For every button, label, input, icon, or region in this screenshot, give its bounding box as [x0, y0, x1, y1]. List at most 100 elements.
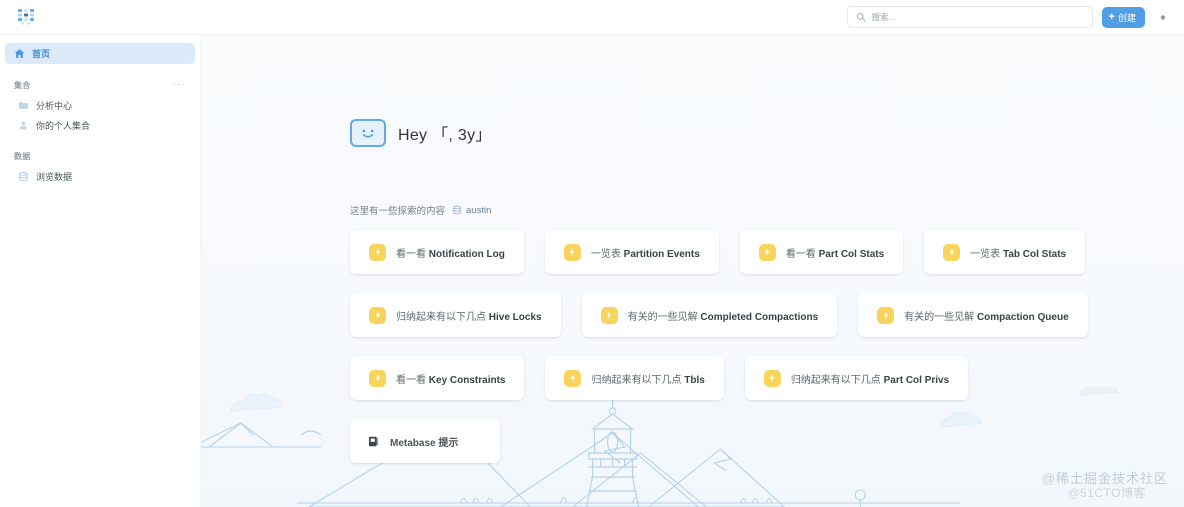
- explore-card-en: Tab Col Stats: [1002, 248, 1067, 260]
- bolt-icon: [369, 369, 386, 387]
- explore-card-text: 看一看 Part Col Stats: [786, 245, 884, 260]
- plus-icon: +: [1108, 10, 1115, 23]
- explore-card-text: 有关的一些见解 Completed Compactions: [628, 308, 819, 323]
- sidebar-item-browse-data-label: 浏览数据: [36, 171, 73, 182]
- explore-card[interactable]: 有关的一些见解 Compaction Queue: [858, 293, 1088, 337]
- sidebar-item-personal-collection-label: 你的个人集合: [36, 120, 91, 131]
- explore-card[interactable]: 看一看 Key Constraints: [350, 356, 525, 400]
- explore-cards: 看一看 Notification Log 一览表 Partition Event…: [350, 230, 1088, 463]
- explore-card-en: Tbls: [684, 374, 705, 386]
- database-chip[interactable]: austin: [452, 205, 491, 216]
- bolt-icon: [369, 243, 386, 261]
- main-content: Hey 「, 3y」 这里有一些探索的内容 austin 看一看 Notific…: [201, 35, 1184, 507]
- search-icon: [856, 12, 865, 22]
- explore-line: 这里有一些探索的内容 austin: [350, 203, 1184, 218]
- settings-button[interactable]: [1154, 8, 1172, 26]
- explore-card-text: 看一看 Notification Log: [396, 245, 505, 260]
- smiling-face-icon: [350, 119, 386, 147]
- page-body: 首页 集合 ··· 分析中心 你的个人集合 数据 浏览数据 Hey 「, 3y」…: [0, 35, 1184, 507]
- metabase-tip-card[interactable]: Metabase 提示: [350, 419, 500, 463]
- card-row: 归纳起来有以下几点 Hive Locks 有关的一些见解 Completed C…: [350, 293, 1088, 337]
- folder-icon: [18, 101, 29, 109]
- explore-card-text: 一览表 Tab Col Stats: [970, 245, 1066, 260]
- sidebar-data-header: 数据: [0, 146, 200, 166]
- create-button-label: 创建: [1117, 12, 1136, 23]
- greeting-text: Hey 「, 3y」: [398, 127, 492, 144]
- explore-card-en: Part Col Stats: [818, 248, 885, 260]
- bolt-icon: [600, 306, 618, 324]
- search-input[interactable]: [871, 12, 1084, 22]
- explore-card-text: 有关的一些见解 Compaction Queue: [904, 308, 1068, 323]
- explore-card-en: Partition Events: [623, 248, 700, 260]
- sidebar-item-personal-collection[interactable]: 你的个人集合: [5, 115, 195, 135]
- sidebar-collections-header: 集合 ···: [0, 75, 200, 95]
- top-navigation-bar: + 创建: [0, 0, 1184, 35]
- explore-card-cn: 看一看: [785, 248, 816, 260]
- book-icon: [368, 436, 379, 446]
- sidebar-item-home[interactable]: 首页: [5, 43, 195, 64]
- explore-card-en: Part Col Privs: [883, 374, 950, 386]
- bolt-icon: [877, 306, 895, 324]
- database-icon: [453, 205, 461, 215]
- greeting: Hey 「, 3y」: [350, 119, 1184, 147]
- explore-card-en: Notification Log: [428, 248, 505, 260]
- metabase-home-page: + 创建 首页 集合 ···: [0, 0, 1184, 507]
- explore-card[interactable]: 归纳起来有以下几点 Tbls: [545, 356, 724, 400]
- explore-card[interactable]: 看一看 Part Col Stats: [739, 230, 904, 274]
- bolt-icon: [758, 243, 776, 261]
- watermark-secondary: @51CTO博客: [1067, 486, 1146, 500]
- bolt-icon: [564, 369, 582, 387]
- bolt-icon: [563, 243, 581, 261]
- explore-label: 这里有一些探索的内容: [350, 206, 446, 217]
- create-button[interactable]: + 创建: [1101, 6, 1145, 28]
- bolt-icon: [943, 243, 961, 261]
- explore-card[interactable]: 有关的一些见解 Completed Compactions: [581, 293, 838, 337]
- sidebar-collections-label: 集合: [14, 80, 31, 90]
- explore-card-cn: 看一看: [396, 374, 426, 386]
- explore-card[interactable]: 一览表 Partition Events: [544, 230, 719, 274]
- explore-card-en: Completed Compactions: [700, 311, 819, 323]
- explore-card[interactable]: 看一看 Notification Log: [350, 230, 524, 274]
- watermark-primary: @稀土掘金技术社区: [1041, 471, 1168, 486]
- explore-card-cn: 看一看: [396, 248, 426, 260]
- explore-card-en: Key Constraints: [428, 374, 506, 386]
- explore-card-en: Compaction Queue: [976, 311, 1069, 323]
- explore-card-cn: 一览表: [590, 248, 621, 260]
- person-icon: [20, 121, 27, 129]
- sidebar-item-browse-data[interactable]: 浏览数据: [5, 166, 195, 186]
- database-icon: [19, 171, 28, 181]
- explore-card-text: 归纳起来有以下几点 Part Col Privs: [791, 371, 949, 386]
- explore-card-cn: 有关的一些见解: [627, 311, 698, 323]
- sidebar: 首页 集合 ··· 分析中心 你的个人集合 数据 浏览数据: [0, 35, 201, 507]
- sidebar-data-label: 数据: [14, 151, 31, 161]
- explore-card[interactable]: 归纳起来有以下几点 Part Col Privs: [744, 356, 969, 400]
- card-row: 看一看 Key Constraints 归纳起来有以下几点 Tbls 归纳起来有…: [350, 356, 1030, 400]
- explore-card[interactable]: 一览表 Tab Col Stats: [924, 230, 1086, 274]
- ellipsis-icon[interactable]: ···: [173, 80, 186, 90]
- smiling-face-glyph-icon: [362, 129, 374, 138]
- main-inner: Hey 「, 3y」 这里有一些探索的内容 austin 看一看 Notific…: [201, 35, 1184, 463]
- card-row: 看一看 Notification Log 一览表 Partition Event…: [350, 230, 1086, 274]
- explore-card-text: 看一看 Key Constraints: [396, 371, 505, 386]
- sidebar-item-analytics[interactable]: 分析中心: [5, 95, 195, 115]
- explore-card[interactable]: 归纳起来有以下几点 Hive Locks: [350, 293, 561, 337]
- nav-right-group: + 创建: [846, 6, 1184, 28]
- metabase-dots-logo-icon: [18, 9, 34, 25]
- database-name: austin: [466, 204, 492, 216]
- explore-card-en: Hive Locks: [488, 311, 542, 323]
- bolt-icon: [369, 306, 386, 324]
- explore-card-cn: 归纳起来有以下几点: [396, 311, 486, 323]
- explore-card-text: 归纳起来有以下几点 Tbls: [591, 371, 704, 386]
- explore-card-cn: 归纳起来有以下几点: [591, 374, 682, 386]
- search-box[interactable]: [846, 6, 1093, 28]
- explore-card-text: 一览表 Partition Events: [591, 245, 700, 260]
- gear-icon: [1160, 14, 1166, 20]
- metabase-tip-label: Metabase 提示: [390, 437, 459, 449]
- explore-card-text: 归纳起来有以下几点 Hive Locks: [396, 308, 542, 323]
- bolt-icon: [763, 369, 781, 387]
- explore-card-cn: 归纳起来有以下几点: [790, 374, 881, 386]
- explore-card-cn: 有关的一些见解: [904, 311, 975, 323]
- explore-card-cn: 一览表: [970, 248, 1001, 260]
- metabase-logo[interactable]: [0, 7, 56, 27]
- home-icon: [14, 49, 25, 58]
